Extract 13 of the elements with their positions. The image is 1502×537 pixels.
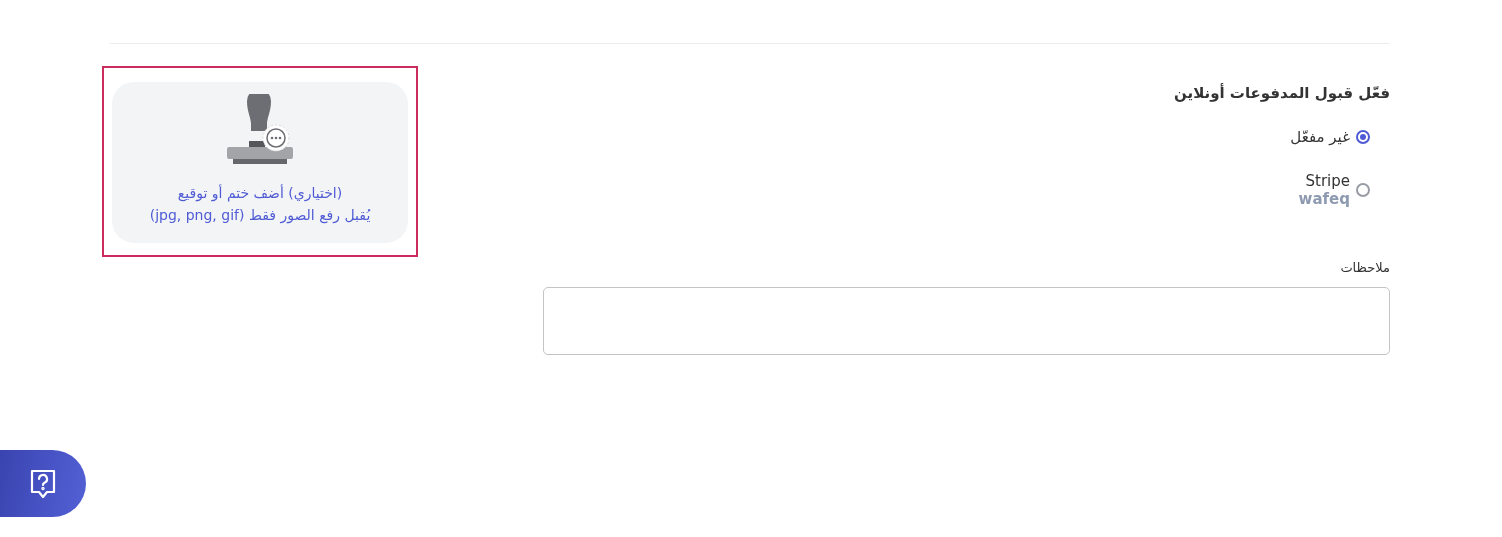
radio-button[interactable] xyxy=(1356,183,1370,197)
help-button[interactable] xyxy=(0,450,86,517)
upload-hint: يُقبل رفع الصور فقط (jpg, png, gif) xyxy=(149,206,371,226)
stamp-upload-area[interactable]: (اختياري) أضف ختم أو توقيع يُقبل رفع الصور فقط (jpg, png, gif) xyxy=(112,82,408,243)
upload-hint: (اختياري) أضف ختم أو توقيع xyxy=(177,183,343,204)
help-icon xyxy=(29,467,57,500)
field-label: ملاحظات xyxy=(1340,260,1390,275)
option-label: غير مفعّل xyxy=(1290,128,1350,146)
radio-button[interactable] xyxy=(1356,130,1370,144)
option-sublabel: wafeq xyxy=(1298,190,1350,208)
notes-field[interactable] xyxy=(543,287,1390,355)
section-title: فعّل قبول المدفوعات أونلاين xyxy=(1174,84,1390,102)
option-label: Stripe xyxy=(1304,172,1350,190)
